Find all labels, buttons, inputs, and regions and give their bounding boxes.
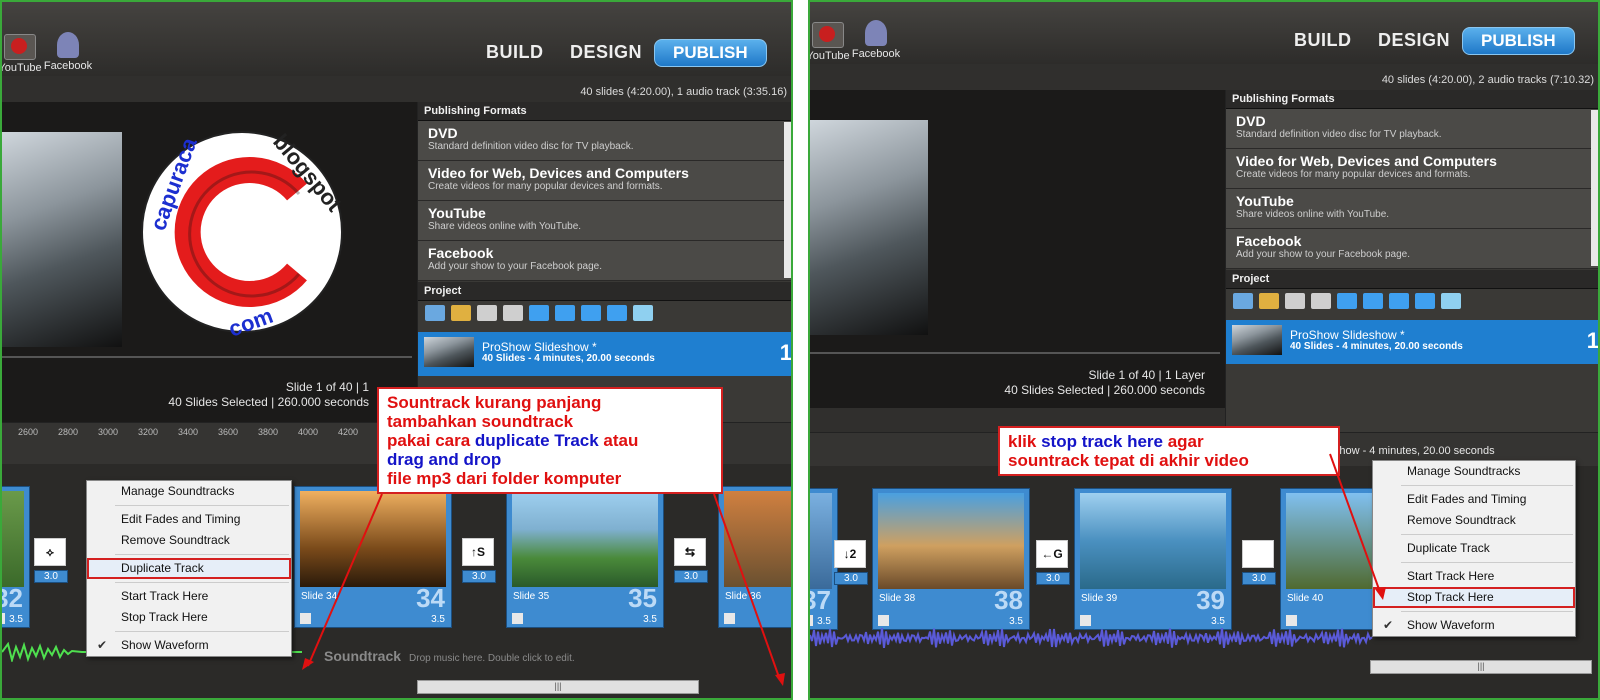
annotation-arrows xyxy=(302,493,785,686)
screenshot-panel-right: YouTube Facebook BUILD DESIGN PUBLISH 40… xyxy=(808,0,1600,700)
annotation-arrows xyxy=(1329,453,1386,600)
screenshot-panel-left: YouTube Facebook BUILD DESIGN PUBLISH 40… xyxy=(0,0,793,700)
